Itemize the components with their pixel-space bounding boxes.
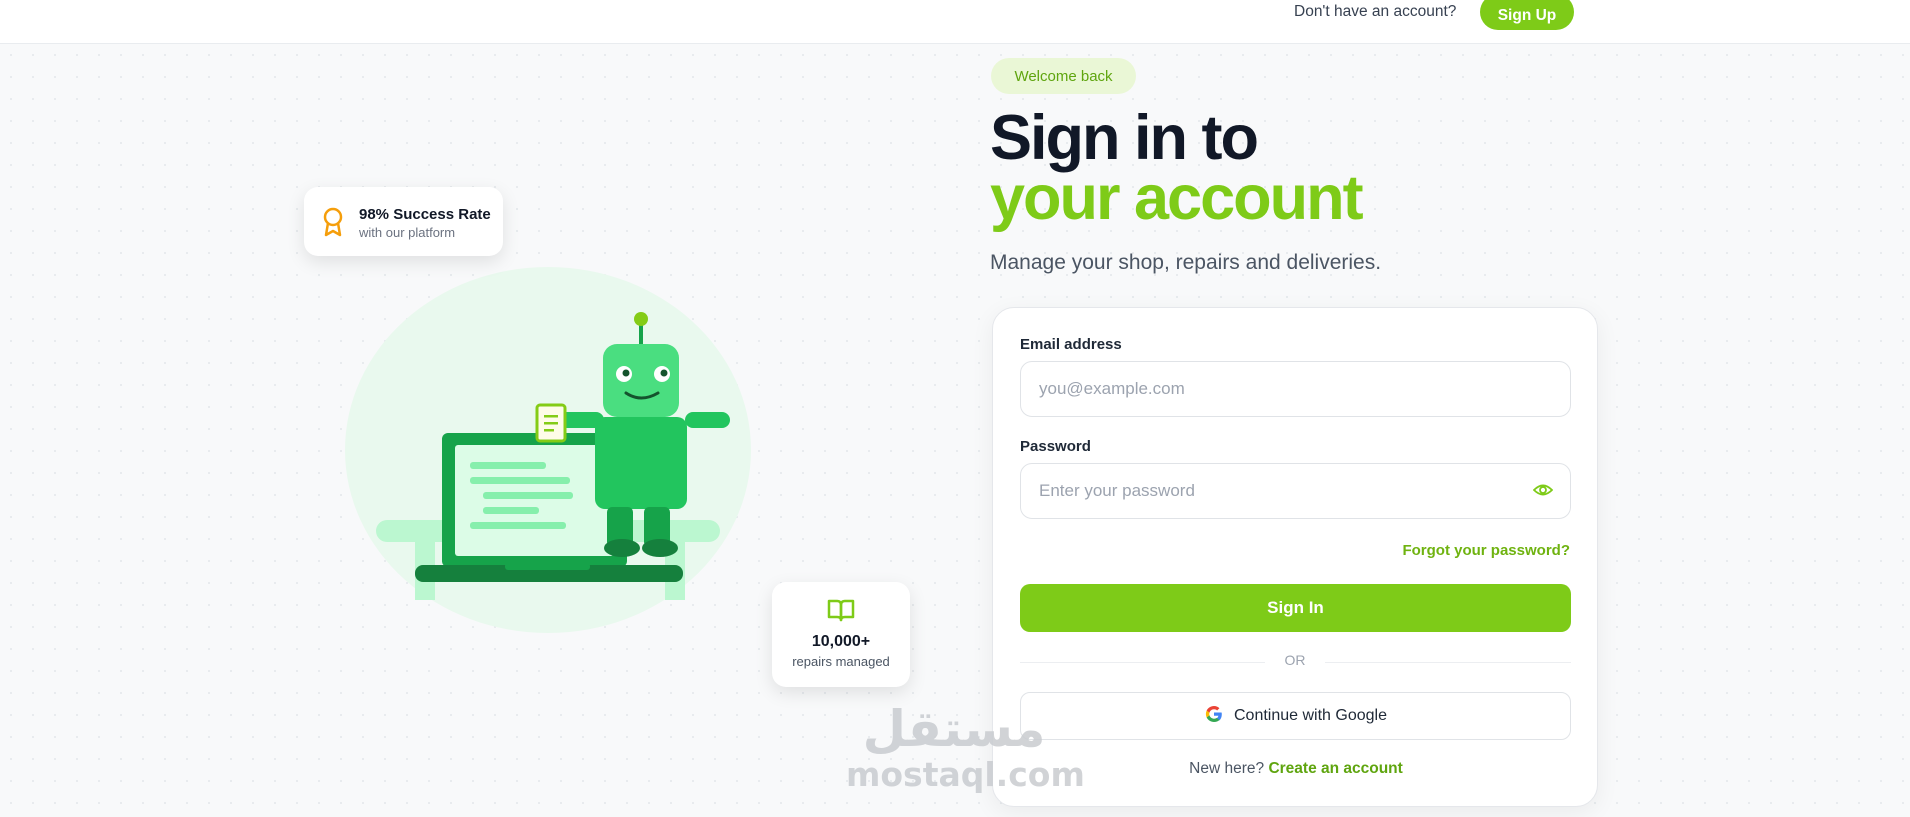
welcome-badge: Welcome back xyxy=(991,58,1136,94)
email-field[interactable] xyxy=(1020,361,1571,417)
no-account-text: Don't have an account? xyxy=(1294,3,1457,20)
email-label: Email address xyxy=(1020,336,1122,353)
robot-head xyxy=(603,344,679,417)
repairs-count-subtitle: repairs managed xyxy=(792,654,890,669)
watermark-latin: mostaql.com xyxy=(846,755,1085,794)
title-line-2: your account xyxy=(990,163,1364,233)
sign-in-form-card: Email address Password Forgot your passw… xyxy=(992,307,1598,807)
eye-icon[interactable] xyxy=(1532,482,1554,503)
success-rate-subtitle: with our platform xyxy=(359,225,456,240)
robot-body xyxy=(595,417,687,509)
new-here-text: New here? xyxy=(1189,760,1265,777)
laptop-screen xyxy=(455,445,614,556)
watermark-arabic: مستقل xyxy=(862,700,1046,758)
google-sign-in-button[interactable]: Continue with Google xyxy=(1020,692,1571,740)
google-icon xyxy=(1204,704,1224,729)
title-line-1: Sign in to xyxy=(990,103,1259,173)
password-label: Password xyxy=(1020,438,1091,455)
award-icon xyxy=(321,207,345,242)
top-header: Don't have an account? Sign Up xyxy=(0,0,1910,44)
sign-in-button[interactable]: Sign In xyxy=(1020,584,1571,632)
page-title: Sign in to your account xyxy=(990,103,1364,233)
or-label: OR xyxy=(1265,652,1325,668)
success-rate-card: 98% Success Rate with our platform xyxy=(304,187,503,256)
page-subtitle: Manage your shop, repairs and deliveries… xyxy=(990,251,1382,274)
create-account-link[interactable]: Create an account xyxy=(1268,760,1402,777)
success-rate-title: 98% Success Rate xyxy=(359,206,491,223)
repairs-count-title: 10,000+ xyxy=(811,633,871,650)
google-button-label: Continue with Google xyxy=(1234,707,1387,724)
password-field[interactable] xyxy=(1020,463,1571,519)
robot-laptop-illustration xyxy=(376,312,730,600)
book-open-icon xyxy=(827,598,855,627)
sign-up-button[interactable]: Sign Up xyxy=(1480,0,1574,30)
watermark-logo: مستقل mostaql.com xyxy=(846,700,1085,794)
forgot-password-link[interactable]: Forgot your password? xyxy=(1402,542,1570,559)
repairs-count-card: 10,000+ repairs managed xyxy=(772,582,910,687)
